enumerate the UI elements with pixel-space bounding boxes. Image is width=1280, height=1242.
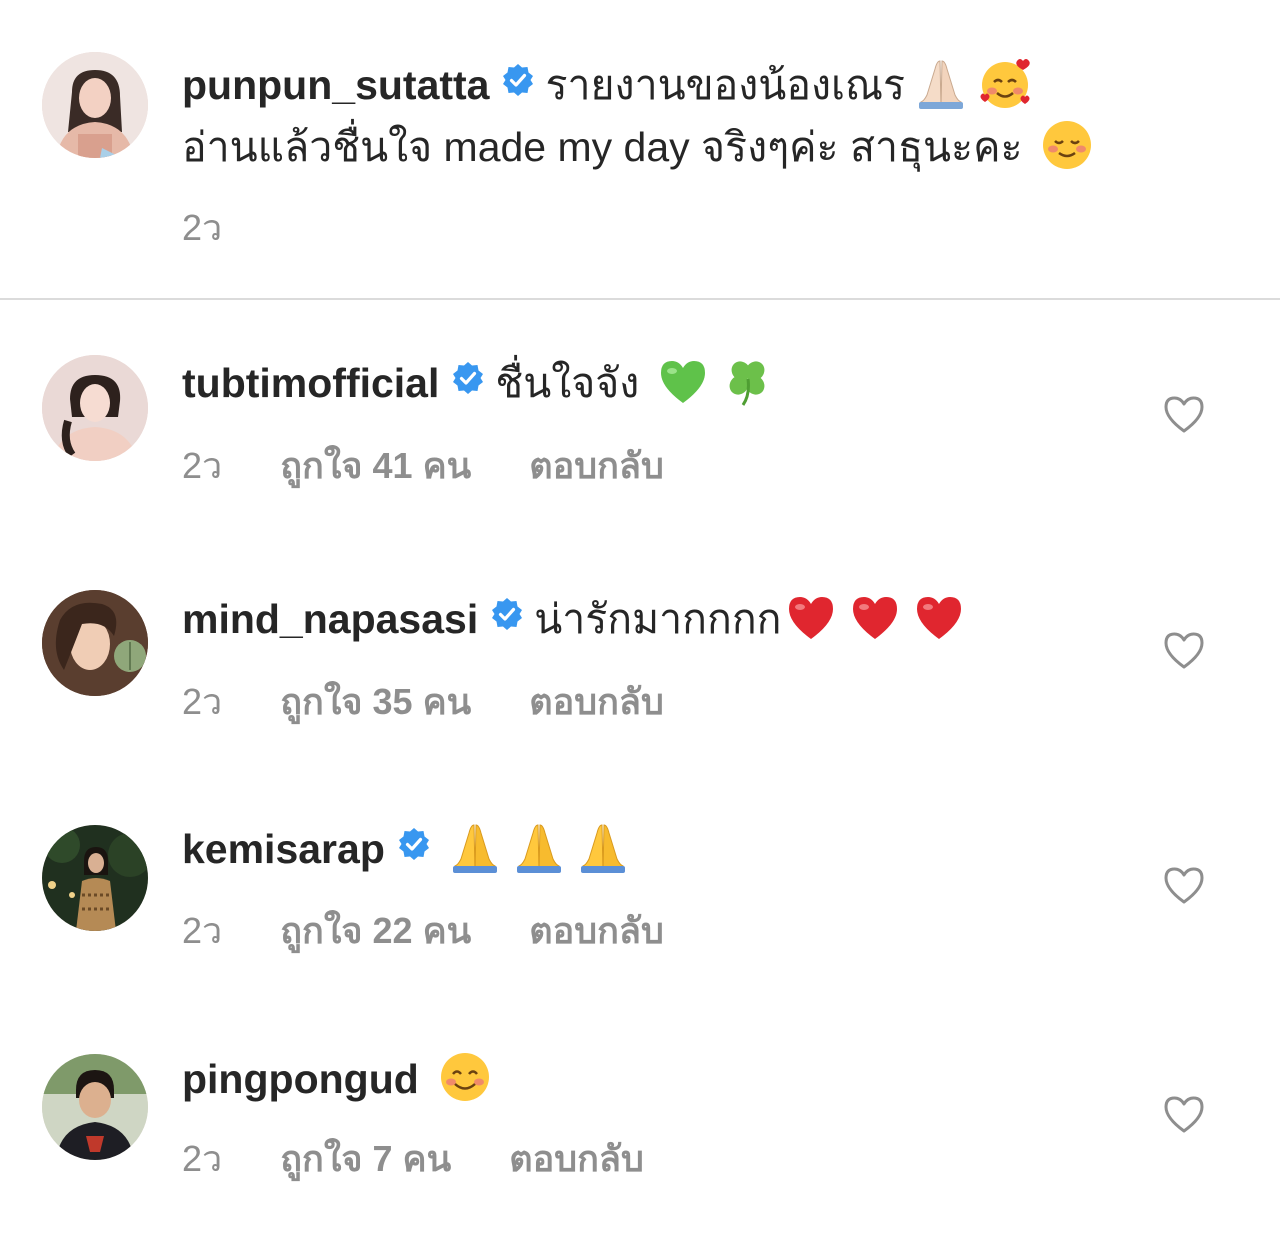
username[interactable]: tubtimofficial (182, 360, 439, 406)
timestamp: 2ว (182, 681, 223, 722)
smiling-face-with-smiling-eyes-icon (437, 1049, 493, 1105)
comment-text: pingpongud (182, 1048, 493, 1110)
heart-icon[interactable] (1162, 865, 1206, 905)
heart-icon[interactable] (1162, 394, 1206, 434)
reply-button[interactable]: ตอบกลับ (529, 444, 664, 488)
comment-meta: 2ว ถูกใจ 35 คน ตอบกลับ (182, 680, 664, 724)
comment-text: tubtimofficial ชื่นใจจัง (182, 352, 775, 414)
username[interactable]: punpun_sutatta (182, 62, 489, 108)
timestamp: 2ว (182, 207, 223, 248)
comment-text: mind_napasasi น่ารักมากกกก (182, 588, 967, 650)
red-heart-icon (783, 589, 839, 645)
caption-text-line2: อ่านแล้วชื่นใจ made my day จริงๆค่ะ สาธุ… (182, 116, 1095, 178)
timestamp: 2ว (182, 445, 223, 486)
folded-hands-icon (575, 819, 631, 875)
verified-badge-icon (397, 827, 431, 861)
smiling-face-with-hearts-icon (977, 55, 1033, 111)
red-heart-icon (911, 589, 967, 645)
like-count[interactable]: ถูกใจ 35 คน (280, 680, 471, 724)
avatar-pingpongud[interactable] (42, 1054, 148, 1160)
timestamp: 2ว (182, 910, 223, 951)
caption-text: punpun_sutatta รายงานของน้องเณร (182, 54, 1033, 116)
caption-line2: อ่านแล้วชื่นใจ made my day จริงๆค่ะ สาธุ… (182, 124, 1023, 170)
caption-meta: 2ว (182, 206, 222, 250)
like-count[interactable]: ถูกใจ 41 คน (280, 444, 471, 488)
username[interactable]: kemisarap (182, 826, 385, 872)
verified-badge-icon (490, 597, 524, 631)
comment-meta: 2ว ถูกใจ 22 คน ตอบกลับ (182, 909, 664, 953)
green-heart-icon (655, 353, 711, 409)
red-heart-icon (847, 589, 903, 645)
heart-icon[interactable] (1162, 630, 1206, 670)
heart-icon[interactable] (1162, 1094, 1206, 1134)
reply-button[interactable]: ตอบกลับ (529, 680, 664, 724)
smiling-face-icon (1039, 117, 1095, 173)
folded-hands-light-icon (913, 55, 969, 111)
verified-badge-icon (451, 361, 485, 395)
timestamp: 2ว (182, 1138, 223, 1179)
folded-hands-icon (511, 819, 567, 875)
reply-button[interactable]: ตอบกลับ (529, 909, 664, 953)
post-caption: punpun_sutatta รายงานของน้องเณร อ่านแล้วช… (0, 0, 1280, 300)
avatar-mind-napasasi[interactable] (42, 590, 148, 696)
verified-badge-icon (501, 63, 535, 97)
like-count[interactable]: ถูกใจ 22 คน (280, 909, 471, 953)
avatar-kemisarap[interactable] (42, 825, 148, 931)
folded-hands-icon (447, 819, 503, 875)
comment-body: ชื่นใจจัง (495, 360, 640, 406)
comment-meta: 2ว ถูกใจ 41 คน ตอบกลับ (182, 444, 664, 488)
comment-text: kemisarap (182, 818, 631, 880)
like-count[interactable]: ถูกใจ 7 คน (280, 1137, 451, 1181)
comment-body: น่ารักมากกกก (534, 596, 782, 642)
username[interactable]: mind_napasasi (182, 596, 478, 642)
caption-line1: รายงานของน้องเณร (545, 62, 906, 108)
reply-button[interactable]: ตอบกลับ (509, 1137, 644, 1181)
avatar-punpun-sutatta[interactable] (42, 52, 148, 158)
comment-meta: 2ว ถูกใจ 7 คน ตอบกลับ (182, 1137, 644, 1181)
username[interactable]: pingpongud (182, 1056, 419, 1102)
avatar-tubtimofficial[interactable] (42, 355, 148, 461)
divider (0, 298, 1280, 300)
four-leaf-clover-icon (719, 353, 775, 409)
